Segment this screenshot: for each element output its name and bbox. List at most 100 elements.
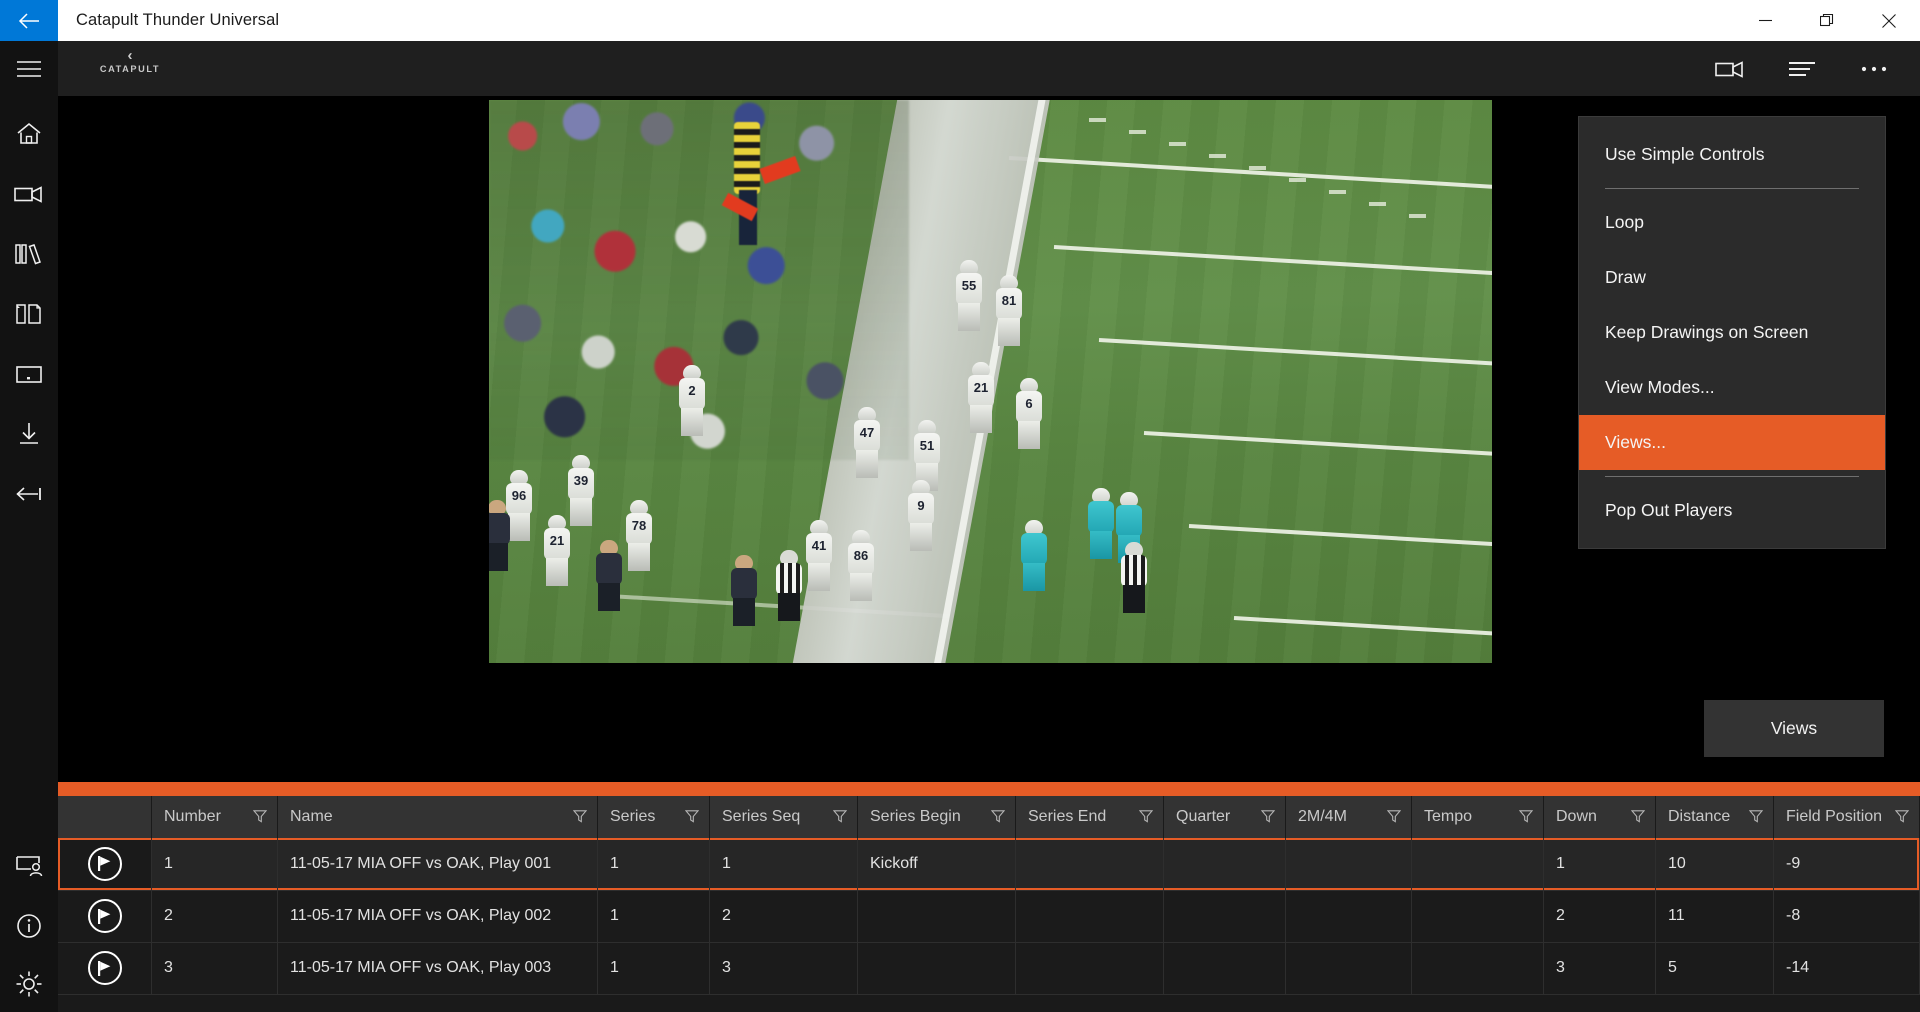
cell-series_seq: 1 [709,838,858,891]
cell-series: 1 [597,942,710,995]
cell-tempo [1411,890,1544,943]
filter-funnel-button-two_four_m[interactable] [1386,809,1402,828]
table-header-row: Number Name Series Series Seq Series Begin Se… [58,796,1920,838]
play-row-button[interactable] [87,951,122,985]
filter-funnel-button-series_seq[interactable] [832,809,848,828]
filter-funnel-button-tempo[interactable] [1518,809,1534,828]
cell-field_position: -9 [1773,838,1920,891]
sidebar-item-library[interactable] [0,224,58,284]
table-row[interactable]: 3 11-05-17 MIA OFF vs OAK, Play 003 1 3 3 5 -1… [58,942,1920,995]
filter-funnel-button-down[interactable] [1630,809,1646,828]
window-title: Catapult Thunder Universal [76,11,280,29]
filter-funnel-button-number[interactable] [252,809,268,828]
restore-button[interactable] [1796,0,1858,41]
filter-funnel-button-distance[interactable] [1748,809,1764,828]
hash-mark [1129,130,1146,134]
column-header-tempo[interactable]: Tempo [1411,796,1544,838]
column-header-series_seq[interactable]: Series Seq [709,796,858,838]
close-icon [1882,13,1896,28]
sidebar-item-presentation[interactable] [0,344,58,404]
table-row[interactable]: 1 11-05-17 MIA OFF vs OAK, Play 001 1 1 Kick… [58,838,1920,891]
cell-series_begin [857,890,1016,943]
menu-item-label: Pop Out Players [1605,500,1733,520]
sidebar-item-info[interactable] [0,896,58,956]
close-button[interactable] [1858,0,1920,41]
download-icon [20,423,38,444]
row-play-cell[interactable] [58,890,152,943]
filter-funnel-button-series_end[interactable] [1138,809,1154,828]
column-header-label: Series [610,808,656,825]
column-header-series_end[interactable]: Series End [1015,796,1164,838]
return-arrow-icon [16,487,41,501]
minimize-button[interactable] [1734,0,1796,41]
hash-mark [1369,202,1386,206]
cell-tempo [1411,942,1544,995]
column-header-name[interactable]: Name [277,796,598,838]
sidebar-item-documents[interactable] [0,284,58,344]
column-header-down[interactable]: Down [1543,796,1656,838]
table-row[interactable]: 2 11-05-17 MIA OFF vs OAK, Play 002 1 2 2 11-… [58,890,1920,943]
left-navigation-rail [0,41,58,1012]
column-header-two_four_m[interactable]: 2M/4M [1285,796,1412,838]
table-body: 1 11-05-17 MIA OFF vs OAK, Play 001 1 1 Kick… [58,838,1920,995]
menu-item-use-simple-controls[interactable]: Use Simple Controls [1579,127,1885,182]
play-row-button[interactable] [87,846,122,881]
presentation-screen-icon [16,366,42,383]
column-header-label: Series Seq [722,808,801,825]
hamburger-menu-button[interactable] [0,41,58,96]
filter-funnel-button-quarter[interactable] [1260,809,1276,828]
window-controls [1734,0,1920,41]
column-header-quarter[interactable]: Quarter [1163,796,1286,838]
row-play-cell[interactable] [58,838,152,891]
menu-item-keep-drawings-on-screen[interactable]: Keep Drawings on Screen [1579,305,1885,360]
sidebar-item-settings[interactable] [0,956,58,1012]
filter-funnel-icon [252,810,268,823]
menu-item-loop[interactable]: Loop [1579,195,1885,250]
filter-funnel-icon [990,810,1006,823]
views-button[interactable]: Views [1704,700,1884,757]
sidebar-item-share[interactable] [0,836,58,896]
filter-funnel-button-field_position[interactable] [1894,809,1910,828]
cell-series_seq: 2 [709,890,858,943]
header-video-button[interactable] [1694,41,1766,96]
cell-name: 11-05-17 MIA OFF vs OAK, Play 003 [277,942,598,995]
sidebar-item-home[interactable] [0,104,58,164]
filter-funnel-icon [1386,810,1402,823]
column-header-series_begin[interactable]: Series Begin [857,796,1016,838]
menu-item-views[interactable]: Views... [1579,415,1885,470]
hash-mark [1289,178,1306,182]
video-player[interactable]: 2 39 96 47 51 55 81 21 6 78 21 41 86 9 [489,100,1492,663]
library-books-icon [15,244,41,265]
row-play-cell[interactable] [58,942,152,995]
cell-series_begin: Kickoff [857,838,1016,891]
header-toolbar [1694,41,1910,96]
cell-series: 1 [597,838,710,891]
header-more-button[interactable] [1838,41,1910,96]
menu-item-pop-out-players[interactable]: Pop Out Players [1579,483,1885,538]
filter-funnel-button-series_begin[interactable] [990,809,1006,828]
cell-number: 2 [151,890,278,943]
cell-down: 1 [1543,838,1656,891]
sidebar-item-return[interactable] [0,464,58,524]
column-header-field_position[interactable]: Field Position [1773,796,1920,838]
header-list-button[interactable] [1766,41,1838,96]
column-header-number[interactable]: Number [151,796,278,838]
column-header-play[interactable] [58,796,152,838]
sidebar-item-video[interactable] [0,164,58,224]
cell-series_begin [857,942,1016,995]
play-row-button[interactable] [87,899,122,933]
column-header-distance[interactable]: Distance [1655,796,1774,838]
menu-item-draw[interactable]: Draw [1579,250,1885,305]
filter-funnel-button-series[interactable] [684,809,700,828]
filter-funnel-icon [1630,810,1646,823]
plays-table-panel: Number Name Series Series Seq Series Begin Se… [58,782,1920,1012]
filter-funnel-button-name[interactable] [572,809,588,828]
sidebar-item-download[interactable] [0,404,58,464]
cell-distance: 5 [1655,942,1774,995]
cell-distance: 11 [1655,890,1774,943]
menu-item-view-modes[interactable]: View Modes... [1579,360,1885,415]
cell-field_position: -8 [1773,890,1920,943]
back-button[interactable] [0,0,58,41]
column-header-series[interactable]: Series [597,796,710,838]
more-ellipsis-icon [1861,66,1887,71]
